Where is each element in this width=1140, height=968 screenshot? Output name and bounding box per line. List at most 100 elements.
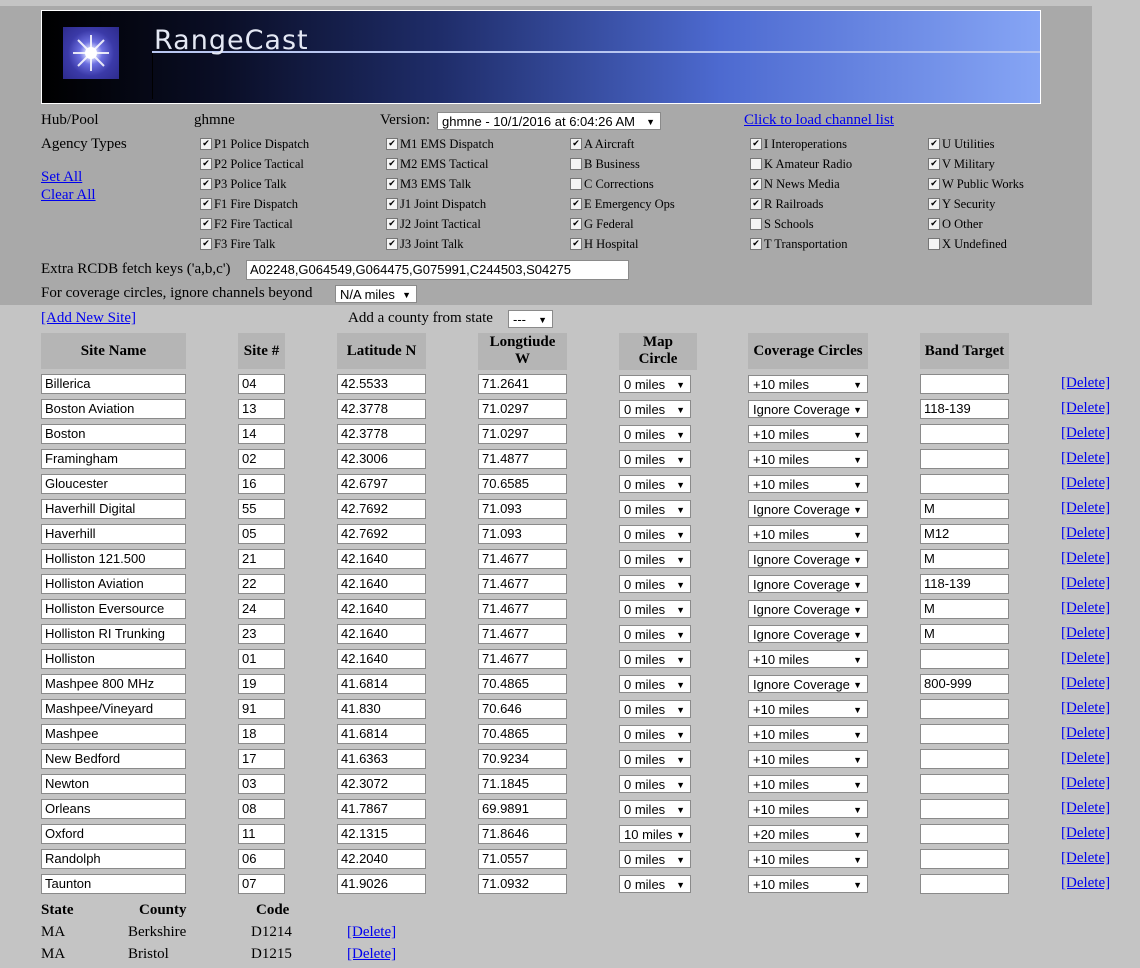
delete-site-link[interactable]: [Delete] [1061,875,1110,892]
site-name-input[interactable]: Taunton [41,874,186,894]
agency-checkbox[interactable] [750,178,762,190]
site-name-input[interactable]: Framingham [41,449,186,469]
coverage-circles-select[interactable]: Ignore Coverage ▼ [748,500,868,518]
site-name-input[interactable]: Haverhill [41,524,186,544]
latitude-input[interactable]: 41.830 [337,699,426,719]
delete-site-link[interactable]: [Delete] [1061,475,1110,492]
site-name-input[interactable]: Newton [41,774,186,794]
map-circle-select[interactable]: 0 miles ▼ [619,525,691,543]
site-number-input[interactable]: 18 [238,724,285,744]
agency-checkbox[interactable] [386,198,398,210]
delete-site-link[interactable]: [Delete] [1061,575,1110,592]
latitude-input[interactable]: 41.6363 [337,749,426,769]
latitude-input[interactable]: 42.1640 [337,574,426,594]
latitude-input[interactable]: 42.1315 [337,824,426,844]
latitude-input[interactable]: 41.9026 [337,874,426,894]
latitude-input[interactable]: 41.7867 [337,799,426,819]
coverage-circles-select[interactable]: +10 miles ▼ [748,525,868,543]
band-target-input[interactable] [920,449,1009,469]
site-name-input[interactable]: Boston [41,424,186,444]
map-circle-select[interactable]: 0 miles ▼ [619,650,691,668]
clear-all-link[interactable]: Clear All [41,187,96,204]
band-target-input[interactable] [920,699,1009,719]
site-number-input[interactable]: 23 [238,624,285,644]
site-number-input[interactable]: 05 [238,524,285,544]
delete-site-link[interactable]: [Delete] [1061,825,1110,842]
map-circle-select[interactable]: 0 miles ▼ [619,575,691,593]
band-target-input[interactable] [920,774,1009,794]
latitude-input[interactable]: 42.3778 [337,424,426,444]
site-number-input[interactable]: 07 [238,874,285,894]
agency-checkbox[interactable] [200,158,212,170]
band-target-input[interactable]: 118-139 [920,574,1009,594]
delete-site-link[interactable]: [Delete] [1061,850,1110,867]
site-number-input[interactable]: 16 [238,474,285,494]
coverage-circles-select[interactable]: +10 miles ▼ [748,875,868,893]
band-target-input[interactable] [920,874,1009,894]
longitude-input[interactable]: 71.8646 [478,824,567,844]
site-number-input[interactable]: 91 [238,699,285,719]
map-circle-select[interactable]: 0 miles ▼ [619,750,691,768]
longitude-input[interactable]: 71.0932 [478,874,567,894]
longitude-input[interactable]: 70.646 [478,699,567,719]
agency-checkbox[interactable] [570,178,582,190]
map-circle-select[interactable]: 0 miles ▼ [619,675,691,693]
site-number-input[interactable]: 55 [238,499,285,519]
set-all-link[interactable]: Set All [41,169,82,186]
site-name-input[interactable]: Holliston RI Trunking [41,624,186,644]
longitude-input[interactable]: 71.093 [478,524,567,544]
agency-checkbox[interactable] [570,138,582,150]
longitude-input[interactable]: 69.9891 [478,799,567,819]
map-circle-select[interactable]: 0 miles ▼ [619,850,691,868]
site-number-input[interactable]: 02 [238,449,285,469]
agency-checkbox[interactable] [750,218,762,230]
coverage-circles-select[interactable]: +10 miles ▼ [748,850,868,868]
agency-checkbox[interactable] [928,158,940,170]
band-target-input[interactable]: M [920,499,1009,519]
delete-county-link[interactable]: [Delete] [347,924,396,941]
coverage-circles-select[interactable]: +10 miles ▼ [748,725,868,743]
band-target-input[interactable] [920,649,1009,669]
agency-checkbox[interactable] [750,198,762,210]
agency-checkbox[interactable] [928,218,940,230]
agency-checkbox[interactable] [750,238,762,250]
agency-checkbox[interactable] [200,218,212,230]
band-target-input[interactable] [920,374,1009,394]
band-target-input[interactable] [920,849,1009,869]
longitude-input[interactable]: 71.4677 [478,649,567,669]
latitude-input[interactable]: 42.3006 [337,449,426,469]
map-circle-select[interactable]: 0 miles ▼ [619,700,691,718]
agency-checkbox[interactable] [570,218,582,230]
band-target-input[interactable]: M [920,624,1009,644]
site-name-input[interactable]: Mashpee 800 MHz [41,674,186,694]
delete-site-link[interactable]: [Delete] [1061,600,1110,617]
coverage-circles-select[interactable]: +10 miles ▼ [748,800,868,818]
coverage-circles-select[interactable]: +10 miles ▼ [748,700,868,718]
site-number-input[interactable]: 13 [238,399,285,419]
load-channel-list-link[interactable]: Click to load channel list [744,112,894,129]
coverage-circles-select[interactable]: +10 miles ▼ [748,475,868,493]
map-circle-select[interactable]: 0 miles ▼ [619,800,691,818]
delete-site-link[interactable]: [Delete] [1061,750,1110,767]
map-circle-select[interactable]: 10 miles ▼ [619,825,691,843]
delete-site-link[interactable]: [Delete] [1061,400,1110,417]
site-number-input[interactable]: 24 [238,599,285,619]
latitude-input[interactable]: 42.7692 [337,499,426,519]
latitude-input[interactable]: 42.1640 [337,649,426,669]
site-number-input[interactable]: 11 [238,824,285,844]
agency-checkbox[interactable] [928,138,940,150]
map-circle-select[interactable]: 0 miles ▼ [619,625,691,643]
map-circle-select[interactable]: 0 miles ▼ [619,550,691,568]
map-circle-select[interactable]: 0 miles ▼ [619,875,691,893]
add-county-state-select[interactable]: --- ▼ [508,310,553,328]
longitude-input[interactable]: 71.2641 [478,374,567,394]
coverage-circles-select[interactable]: +10 miles ▼ [748,375,868,393]
coverage-circles-select[interactable]: Ignore Coverage ▼ [748,600,868,618]
site-name-input[interactable]: Randolph [41,849,186,869]
coverage-circles-select[interactable]: +10 miles ▼ [748,650,868,668]
agency-checkbox[interactable] [570,158,582,170]
site-name-input[interactable]: Holliston Eversource [41,599,186,619]
latitude-input[interactable]: 41.6814 [337,674,426,694]
band-target-input[interactable] [920,799,1009,819]
band-target-input[interactable]: M [920,549,1009,569]
